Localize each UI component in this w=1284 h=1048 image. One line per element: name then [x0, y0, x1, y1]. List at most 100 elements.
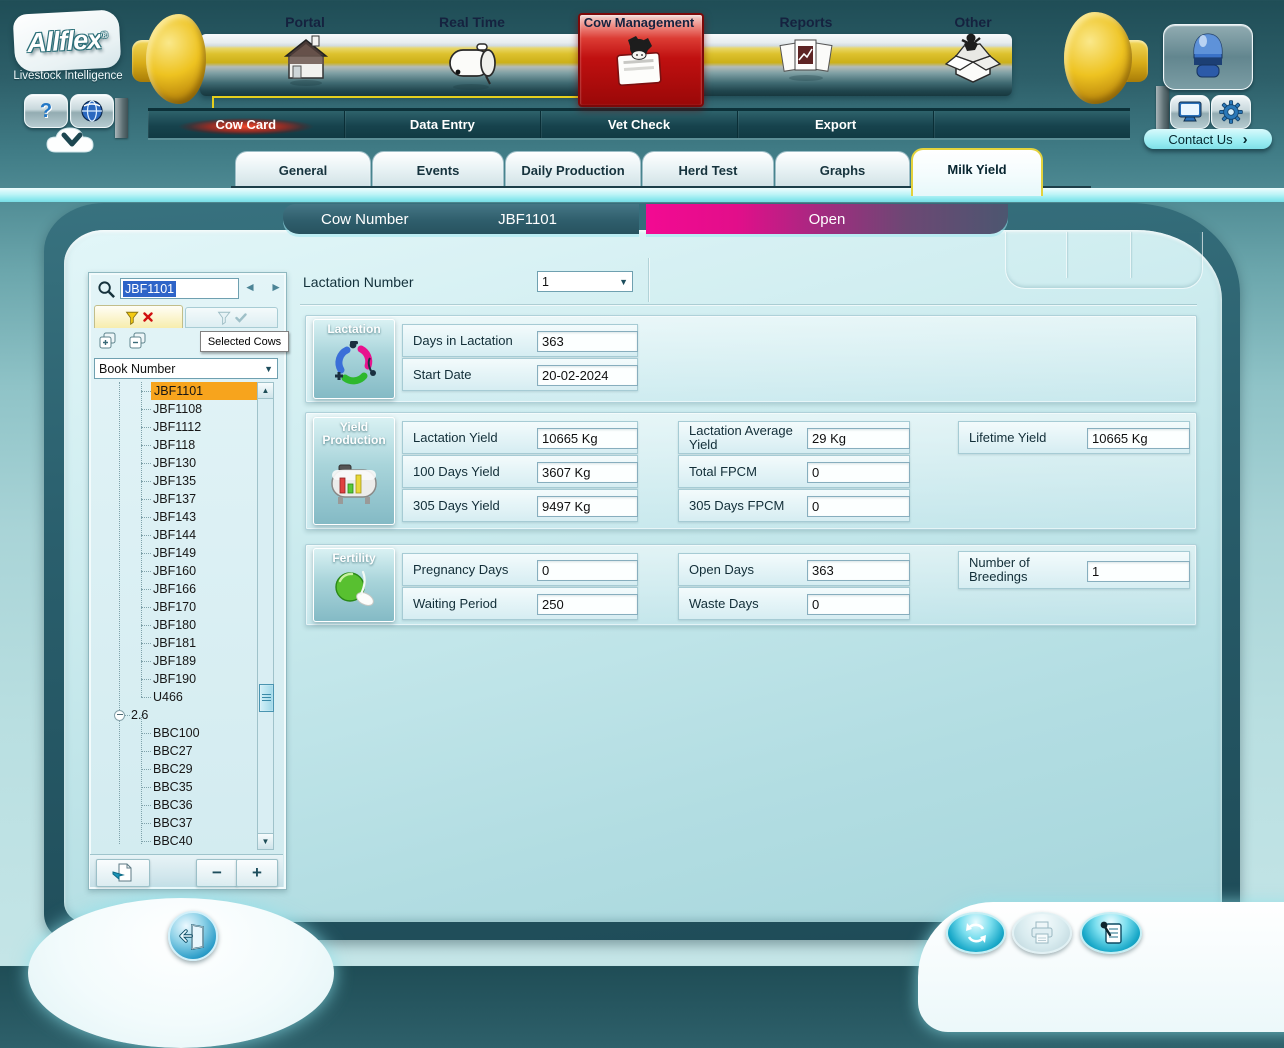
tree-item[interactable]: JBF149: [95, 544, 257, 562]
subnav-data-entry[interactable]: Data Entry: [345, 111, 542, 138]
tree-item[interactable]: U466: [95, 688, 257, 706]
start-date-input[interactable]: 20-02-2024: [537, 365, 638, 386]
tree-item[interactable]: JBF1112: [95, 418, 257, 436]
days-in-lactation-input[interactable]: 363: [537, 331, 638, 352]
tree-item[interactable]: JBF135: [95, 472, 257, 490]
red-x-icon: [143, 312, 153, 322]
dropdown-arrow-icon: ▼: [264, 364, 273, 374]
days-in-lactation-label: Days in Lactation: [413, 325, 513, 356]
tree-item[interactable]: JBF143: [95, 508, 257, 526]
collapse-all-button[interactable]: [126, 331, 150, 351]
nav-item-portal[interactable]: Portal: [258, 14, 352, 30]
collapse-node-icon[interactable]: [114, 710, 125, 721]
tab-milk-yield[interactable]: Milk Yield: [911, 148, 1043, 196]
tree-item[interactable]: JBF1108: [95, 400, 257, 418]
milk-tank-icon: [327, 461, 381, 509]
tree-item[interactable]: JBF189: [95, 652, 257, 670]
subnav-vet-check[interactable]: Vet Check: [541, 111, 738, 138]
tree-item[interactable]: JBF181: [95, 634, 257, 652]
tab-graphs[interactable]: Graphs: [775, 151, 910, 189]
lactation-yield-input[interactable]: 10665 Kg: [537, 428, 638, 449]
tree-item[interactable]: BBC37: [95, 814, 257, 832]
pregnancy-days-input[interactable]: 0: [537, 560, 638, 581]
display-button[interactable]: [1170, 95, 1210, 129]
tree-item[interactable]: BBC29: [95, 760, 257, 778]
lactation-cycle-icon: [330, 338, 378, 388]
100-days-yield-label: 100 Days Yield: [413, 456, 500, 487]
field-total-fpcm: Total FPCM 0: [678, 455, 910, 488]
web-button[interactable]: [70, 94, 114, 128]
zoom-out-button[interactable]: −: [196, 859, 238, 887]
pages-minus-icon: [128, 332, 148, 350]
tree-item[interactable]: JBF160: [95, 562, 257, 580]
cloud-sync-button[interactable]: [44, 126, 100, 161]
cow-number-value: JBF1101: [498, 211, 557, 228]
waiting-period-input[interactable]: 250: [537, 594, 638, 615]
scroll-up-button[interactable]: ▲: [258, 383, 273, 399]
machine-left-dome: [146, 14, 206, 104]
tree-item[interactable]: JBF144: [95, 526, 257, 544]
tab-herd-test[interactable]: Herd Test: [642, 151, 774, 189]
tree-item[interactable]: JBF190: [95, 670, 257, 688]
zoom-in-button[interactable]: +: [236, 859, 278, 887]
subnav-cow-card[interactable]: Cow Card: [148, 111, 345, 138]
cloud-chevron-icon: [44, 126, 100, 156]
subnav-export[interactable]: Export: [738, 111, 935, 138]
exit-button[interactable]: [168, 911, 218, 961]
tree-item[interactable]: JBF166: [95, 580, 257, 598]
group-by-dropdown[interactable]: Book Number ▼: [94, 358, 278, 379]
field-lactation-yield: Lactation Yield 10665 Kg: [402, 421, 638, 454]
ear-tag-icon: [1188, 31, 1228, 83]
tree-item[interactable]: BBC27: [95, 742, 257, 760]
nav-item-other[interactable]: Other: [928, 14, 1018, 30]
tree-item[interactable]: JBF137: [95, 490, 257, 508]
print-button[interactable]: [1012, 912, 1072, 954]
tree-item[interactable]: BBC40: [95, 832, 257, 850]
305-days-fpcm-input[interactable]: 0: [807, 496, 910, 517]
scroll-down-button[interactable]: ▼: [258, 833, 273, 849]
contact-us-button[interactable]: Contact Us ›: [1144, 129, 1272, 149]
tab-events[interactable]: Events: [372, 151, 504, 189]
scrollbar-thumb[interactable]: [259, 684, 274, 712]
100-days-yield-input[interactable]: 3607 Kg: [537, 462, 638, 483]
tree-item[interactable]: JBF1101: [95, 382, 257, 400]
expand-all-button[interactable]: [96, 331, 120, 351]
search-input[interactable]: JBF1101: [120, 278, 239, 299]
help-button[interactable]: ?: [24, 94, 68, 128]
tree-item[interactable]: JBF170: [95, 598, 257, 616]
filter-selected-tab[interactable]: [185, 307, 278, 328]
nav-item-reports[interactable]: Reports: [760, 14, 852, 30]
notes-button[interactable]: [1080, 912, 1142, 954]
tree-item[interactable]: JBF118: [95, 436, 257, 454]
tree-item[interactable]: JBF130: [95, 454, 257, 472]
prev-cow-icon[interactable]: ◄: [244, 280, 256, 294]
filter-clear-tab[interactable]: [94, 305, 183, 328]
tree-group-node[interactable]: 2.6: [95, 706, 257, 724]
next-cow-icon[interactable]: ►: [270, 280, 282, 294]
nav-item-cow-management[interactable]: Cow Management: [578, 15, 700, 30]
nav-item-real-time[interactable]: Real Time: [420, 14, 524, 30]
allflex-logo-text: Allflex®: [26, 23, 107, 58]
tab-general[interactable]: General: [235, 151, 371, 189]
number-of-breedings-input[interactable]: 1: [1087, 561, 1190, 582]
deco-notch-2: [1066, 232, 1067, 278]
total-fpcm-input[interactable]: 0: [807, 462, 910, 483]
305-days-yield-input[interactable]: 9497 Kg: [537, 496, 638, 517]
tree-item[interactable]: BBC100: [95, 724, 257, 742]
field-pregnancy-days: Pregnancy Days 0: [402, 553, 638, 586]
lactation-group-title: Lactation: [314, 323, 394, 336]
ear-tag-button[interactable]: [1163, 24, 1253, 90]
tree-item[interactable]: BBC35: [95, 778, 257, 796]
tree-scrollbar[interactable]: ▲ ▼: [257, 382, 274, 850]
lactation-number-dropdown[interactable]: 1 ▼: [537, 271, 633, 292]
open-days-input[interactable]: 363: [807, 560, 910, 581]
export-list-button[interactable]: [96, 859, 150, 887]
tab-daily-production[interactable]: Daily Production: [505, 151, 641, 189]
waste-days-input[interactable]: 0: [807, 594, 910, 615]
lactation-average-yield-input[interactable]: 29 Kg: [807, 428, 910, 449]
lifetime-yield-input[interactable]: 10665 Kg: [1087, 428, 1190, 449]
tree-item[interactable]: BBC36: [95, 796, 257, 814]
refresh-button[interactable]: [946, 912, 1006, 954]
settings-button[interactable]: [1211, 95, 1251, 129]
tree-item[interactable]: JBF180: [95, 616, 257, 634]
